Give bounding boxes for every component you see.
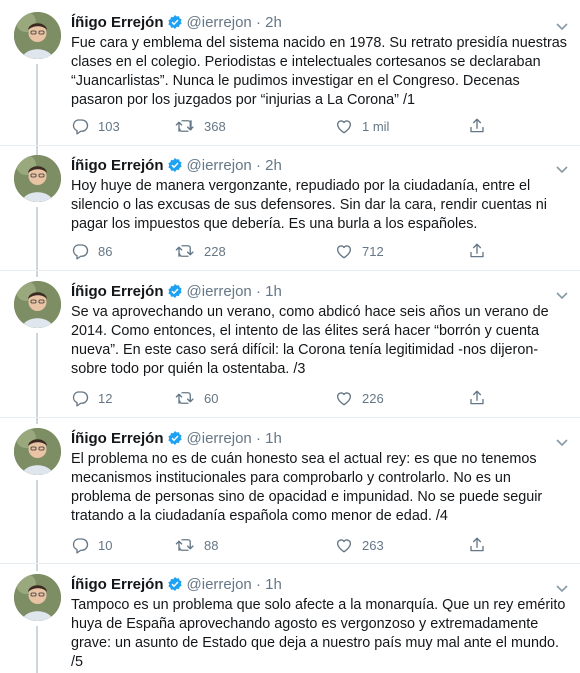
share-icon	[470, 537, 484, 552]
tweet-actions: 103 368 1 mil	[71, 116, 491, 136]
tweet-header: Íñigo Errejón @ierrejon · 2h	[71, 12, 580, 34]
share-button[interactable]	[468, 388, 486, 408]
reply-icon	[72, 391, 89, 407]
retweet-button[interactable]: 228	[175, 241, 226, 261]
thread-line	[36, 64, 38, 156]
thread-line	[36, 333, 38, 424]
like-button[interactable]: 263	[335, 535, 384, 555]
tweet-actions: 12 60 226	[71, 388, 491, 408]
tweet-actions: 10 88 263	[71, 535, 491, 555]
heart-icon	[336, 539, 352, 553]
tweet-text: El problema no es de cuán honesto sea el…	[71, 451, 543, 524]
author-handle[interactable]: @ierrejon	[187, 283, 252, 300]
thread-line	[36, 207, 38, 277]
tweet-time[interactable]: 2h	[265, 157, 282, 174]
retweet-button[interactable]: 368	[175, 116, 226, 136]
share-button[interactable]	[468, 535, 486, 555]
retweet-button[interactable]: 88	[175, 535, 218, 555]
heart-icon	[336, 245, 352, 259]
reply-count: 103	[98, 118, 120, 134]
retweet-icon	[175, 539, 194, 551]
reply-icon	[72, 119, 89, 135]
retweet-icon	[175, 392, 194, 404]
share-button[interactable]	[468, 116, 486, 136]
divider	[0, 563, 580, 564]
thread-line	[36, 626, 38, 673]
heart-icon	[336, 120, 352, 134]
tweet-header: Íñigo Errejón @ierrejon · 1h	[71, 428, 580, 450]
author-handle[interactable]: @ierrejon	[187, 14, 252, 31]
retweet-icon	[175, 120, 194, 132]
reply-button[interactable]: 103	[71, 116, 120, 136]
like-count: 1 mil	[362, 118, 390, 134]
like-button[interactable]: 226	[335, 388, 384, 408]
heart-icon	[336, 392, 352, 406]
like-button[interactable]: 712	[335, 241, 384, 261]
author-handle[interactable]: @ierrejon	[187, 576, 252, 593]
reply-count: 12	[98, 390, 113, 406]
tweet-thread: Íñigo Errejón @ierrejon · 2h Fue cara y e…	[0, 0, 580, 673]
author-name[interactable]: Íñigo Errejón	[71, 430, 164, 447]
tweet-time[interactable]: 2h	[265, 14, 282, 31]
author-name[interactable]: Íñigo Errejón	[71, 14, 164, 31]
retweet-count: 368	[204, 118, 226, 134]
retweet-count: 88	[204, 537, 219, 553]
author-name[interactable]: Íñigo Errejón	[71, 576, 164, 593]
share-icon	[470, 118, 484, 133]
like-count: 226	[362, 390, 384, 406]
reply-icon	[72, 244, 89, 260]
avatar[interactable]	[14, 428, 61, 475]
tweet-header: Íñigo Errejón @ierrejon · 2h	[71, 155, 580, 177]
share-button[interactable]	[468, 241, 486, 261]
retweet-button[interactable]: 60	[175, 388, 218, 408]
divider	[0, 417, 580, 418]
avatar[interactable]	[14, 12, 61, 59]
reply-button[interactable]: 12	[71, 388, 112, 408]
retweet-count: 60	[204, 390, 219, 406]
tweet-time[interactable]: 1h	[265, 283, 282, 300]
like-count: 712	[362, 243, 384, 259]
author-name[interactable]: Íñigo Errejón	[71, 283, 164, 300]
retweet-count: 228	[204, 243, 226, 259]
divider	[0, 270, 580, 271]
retweet-icon	[175, 245, 194, 257]
reply-count: 10	[98, 537, 113, 553]
like-count: 263	[362, 537, 384, 553]
like-button[interactable]: 1 mil	[335, 116, 389, 136]
avatar[interactable]	[14, 155, 61, 202]
tweet-time[interactable]: 1h	[265, 576, 282, 593]
author-name[interactable]: Íñigo Errejón	[71, 157, 164, 174]
tweet-header: Íñigo Errejón @ierrejon · 1h	[71, 281, 580, 303]
reply-count: 86	[98, 243, 113, 259]
reply-button[interactable]: 10	[71, 535, 112, 555]
divider	[0, 145, 580, 146]
thread-line	[36, 480, 38, 571]
tweet-text: Se va aprovechando un verano, como abdic…	[71, 304, 549, 377]
tweet-text: Hoy huye de manera vergonzante, repudiad…	[71, 178, 547, 232]
avatar[interactable]	[14, 574, 61, 621]
reply-button[interactable]: 86	[71, 241, 112, 261]
author-handle[interactable]: @ierrejon	[187, 157, 252, 174]
tweet-actions: 86 228 712	[71, 241, 491, 261]
avatar[interactable]	[14, 281, 61, 328]
tweet-header: Íñigo Errejón @ierrejon · 1h	[71, 574, 580, 596]
share-icon	[470, 390, 484, 405]
tweet-text: Tampoco es un problema que solo afecte a…	[71, 597, 566, 670]
tweet-text: Fue cara y emblema del sistema nacido en…	[71, 35, 567, 108]
author-handle[interactable]: @ierrejon	[187, 430, 252, 447]
reply-icon	[72, 538, 89, 554]
share-icon	[470, 243, 484, 258]
tweet-time[interactable]: 1h	[265, 430, 282, 447]
